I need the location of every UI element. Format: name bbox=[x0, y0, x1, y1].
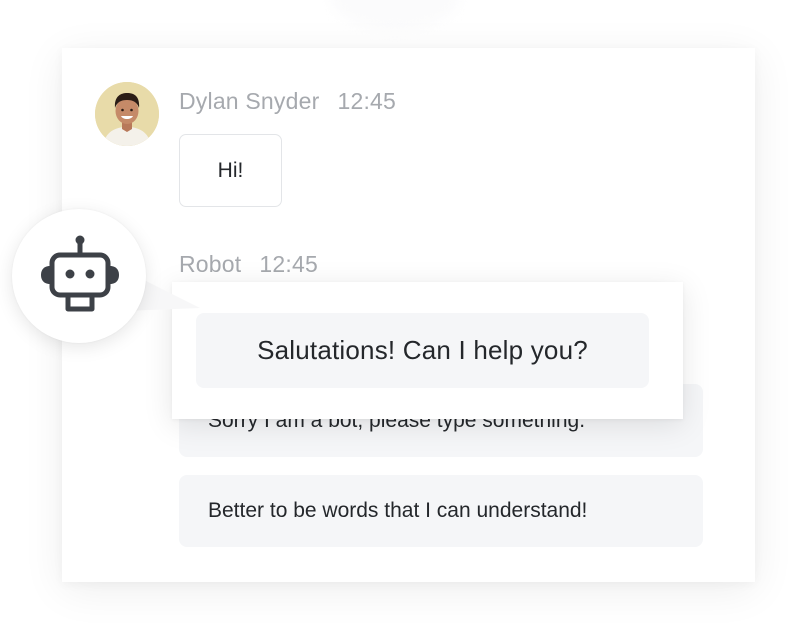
user-message-time: 12:45 bbox=[337, 88, 397, 114]
user-name: Dylan Snyder bbox=[179, 88, 320, 114]
background-decoration bbox=[330, 0, 460, 30]
chat-illustration: Dylan Snyder 12:45 Hi! Robot 12:45 Sorry I… bbox=[0, 0, 800, 624]
robot-icon bbox=[41, 235, 119, 312]
user-photo bbox=[95, 82, 159, 146]
user-message-meta: Dylan Snyder 12:45 bbox=[179, 88, 396, 115]
robot-message-time: 12:45 bbox=[259, 251, 318, 277]
avatar bbox=[95, 82, 159, 146]
user-message-bubble: Hi! bbox=[179, 134, 282, 207]
popup-message-bubble: Salutations! Can I help you? bbox=[196, 313, 649, 388]
robot-message-bubble: Better to be words that I can understand… bbox=[179, 475, 703, 547]
